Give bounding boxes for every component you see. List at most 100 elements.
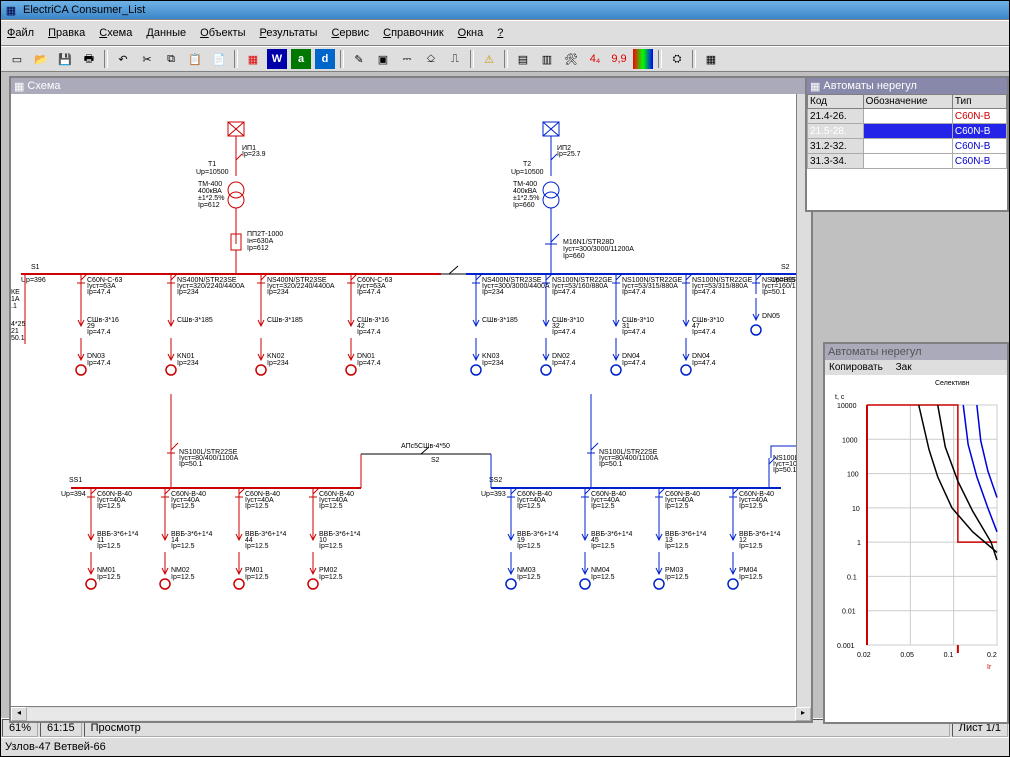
toolbar-cut-icon[interactable]: ✂ (136, 48, 158, 70)
svg-text:Iр=47.4: Iр=47.4 (357, 289, 381, 296)
automats-grid[interactable]: КодОбозначениеТип21.4-26.C60N-B21.5-28.C… (807, 94, 1007, 210)
toolbar-open-icon[interactable]: 📂 (30, 48, 52, 70)
toolbar-undo-icon[interactable]: ↶ (112, 48, 134, 70)
toolbar-save-icon[interactable]: 💾 (54, 48, 76, 70)
menu-4[interactable]: Объекты (200, 27, 245, 39)
svg-text:Iр=12.5: Iр=12.5 (319, 574, 343, 581)
svg-text:АПс5СШв-4*50: АПс5СШв-4*50 (401, 443, 450, 450)
scheme-scrollbar-h[interactable]: ◂ ▸ (11, 706, 811, 721)
toolbar-copy-icon[interactable]: ⧉ (160, 48, 182, 70)
svg-text:10000: 10000 (837, 403, 857, 410)
svg-text:Iр=47.4: Iр=47.4 (87, 289, 111, 296)
svg-text:Iр=47.4: Iр=47.4 (552, 360, 576, 367)
svg-text:M16N1/STR28D: M16N1/STR28D (563, 239, 614, 246)
automats-title: ▦ Автоматы нерегул (807, 78, 1007, 94)
toolbar-print-icon[interactable]: 🖶 (78, 48, 100, 70)
curves-plot[interactable]: Селективнt, c1000010001001010.10.010.001… (825, 375, 1007, 722)
svg-text:Iр=47.4: Iр=47.4 (552, 289, 576, 296)
toolbar-bus3-icon[interactable]: ⎍ (444, 48, 466, 70)
menu-2[interactable]: Схема (99, 27, 132, 39)
svg-text:Iр=47.4: Iр=47.4 (87, 329, 111, 336)
svg-text:400кВА: 400кВА (198, 188, 222, 195)
scroll-right-icon[interactable]: ▸ (795, 707, 811, 721)
svg-text:Iр=234: Iр=234 (267, 289, 289, 296)
menu-0[interactable]: Файл (7, 27, 34, 39)
svg-text:SS1: SS1 (69, 477, 82, 484)
menu-5[interactable]: Результаты (260, 27, 318, 39)
toolbar-grid-red-icon[interactable]: ▦ (242, 48, 264, 70)
menu-1[interactable]: Правка (48, 27, 85, 39)
svg-text:S2: S2 (781, 264, 790, 271)
svg-text:Iр=12.5: Iр=12.5 (517, 574, 541, 581)
menubar: Файл Правка Схема Данные Объекты Результаты Се… (1, 20, 1009, 46)
svg-text:Iр=234: Iр=234 (177, 360, 199, 367)
curves-copy[interactable]: Копировать (829, 362, 883, 373)
svg-text:Iр=12.5: Iр=12.5 (739, 503, 763, 510)
svg-text:Iр=12.5: Iр=12.5 (171, 503, 195, 510)
svg-text:Iр=47.4: Iр=47.4 (552, 329, 576, 336)
menu-9[interactable]: ? (497, 27, 503, 39)
svg-text:Iн=630А: Iн=630А (247, 238, 274, 245)
menu-8[interactable]: Окна (458, 27, 484, 39)
toolbar-palette-icon[interactable] (632, 48, 654, 70)
svg-text:Uр=10500: Uр=10500 (196, 169, 229, 176)
svg-text:DN02: DN02 (552, 353, 570, 360)
scroll-left-icon[interactable]: ◂ (11, 707, 27, 721)
toolbar-pen-icon[interactable]: ✎ (348, 48, 370, 70)
svg-text:Iр=23.9: Iр=23.9 (242, 151, 266, 158)
svg-text:Iр=234: Iр=234 (482, 360, 504, 367)
menu-3[interactable]: Данные (146, 27, 186, 39)
menu-6[interactable]: Сервис (331, 27, 369, 39)
toolbar-a-icon[interactable]: a (290, 48, 312, 70)
svg-text:Uр=10500: Uр=10500 (511, 169, 544, 176)
svg-text:Iр=12.5: Iр=12.5 (739, 574, 763, 581)
svg-text:СШв-3*185: СШв-3*185 (482, 317, 518, 324)
toolbar-W-icon[interactable]: W (266, 48, 288, 70)
toolbar-paste-icon[interactable]: 📋 (184, 48, 206, 70)
curves-close[interactable]: Зак (896, 362, 912, 373)
svg-text:50.1: 50.1 (11, 335, 25, 342)
toolbar-warn-icon[interactable]: ⚠ (478, 48, 500, 70)
svg-text:Iр=12.5: Iр=12.5 (171, 574, 195, 581)
svg-text:Iр=12.5: Iр=12.5 (665, 574, 689, 581)
work-area: ▦ Схема ИП1Iр=23.9T1Uр=10500ТМ-400400кВА… (1, 72, 1009, 718)
curves-title: Автоматы нерегул (825, 344, 1007, 360)
svg-text:Iр=234: Iр=234 (267, 360, 289, 367)
automats-icon: ▦ (810, 80, 820, 93)
toolbar-auto1-icon[interactable]: ▤ (512, 48, 534, 70)
menu-7[interactable]: Справочник (383, 27, 444, 39)
svg-text:Iр=47.4: Iр=47.4 (87, 360, 111, 367)
toolbar-new-icon[interactable]: ▭ (6, 48, 28, 70)
toolbar-bus1-icon[interactable]: ⎓ (396, 48, 418, 70)
toolbar-paste2-icon[interactable]: 📄 (208, 48, 230, 70)
svg-text:Iр=47.4: Iр=47.4 (357, 360, 381, 367)
toolbar-99-icon[interactable]: 9,9 (608, 48, 630, 70)
toolbar-table-icon[interactable]: ▦ (700, 48, 722, 70)
svg-text:KN02: KN02 (267, 353, 285, 360)
app-icon: ▦ (3, 3, 19, 17)
toolbar-tool-icon[interactable]: 🛠 (560, 48, 582, 70)
svg-text:Iр=12.5: Iр=12.5 (665, 543, 689, 550)
svg-text:10: 10 (852, 506, 860, 513)
scheme-title: ▦ Схема (11, 78, 811, 94)
scheme-canvas[interactable]: ИП1Iр=23.9T1Uр=10500ТМ-400400кВА±1*2.5%I… (11, 94, 811, 706)
svg-text:Iр=12.5: Iр=12.5 (665, 503, 689, 510)
svg-text:Iр=612: Iр=612 (247, 245, 269, 252)
svg-text:Iр=12.5: Iр=12.5 (739, 543, 763, 550)
toolbar-proc-icon[interactable]: ⛭ (666, 48, 688, 70)
svg-text:Iр=50.1: Iр=50.1 (773, 467, 797, 474)
toolbar-auto2-icon[interactable]: ▥ (536, 48, 558, 70)
svg-text:NM01: NM01 (97, 567, 116, 574)
toolbar-bus2-icon[interactable]: ⎐ (420, 48, 442, 70)
svg-text:400кВА: 400кВА (513, 188, 537, 195)
toolbar-chip-icon[interactable]: ▣ (372, 48, 394, 70)
toolbar-d-icon[interactable]: d (314, 48, 336, 70)
svg-text:S1: S1 (31, 264, 40, 271)
svg-text:T1: T1 (208, 161, 216, 168)
toolbar-44-icon[interactable]: 4₄ (584, 48, 606, 70)
svg-text:T2: T2 (523, 161, 531, 168)
svg-text:Iр=234: Iр=234 (177, 289, 199, 296)
svg-text:ТМ-400: ТМ-400 (198, 181, 222, 188)
svg-text:Iр=12.5: Iр=12.5 (171, 543, 195, 550)
svg-text:Iр=234: Iр=234 (482, 289, 504, 296)
